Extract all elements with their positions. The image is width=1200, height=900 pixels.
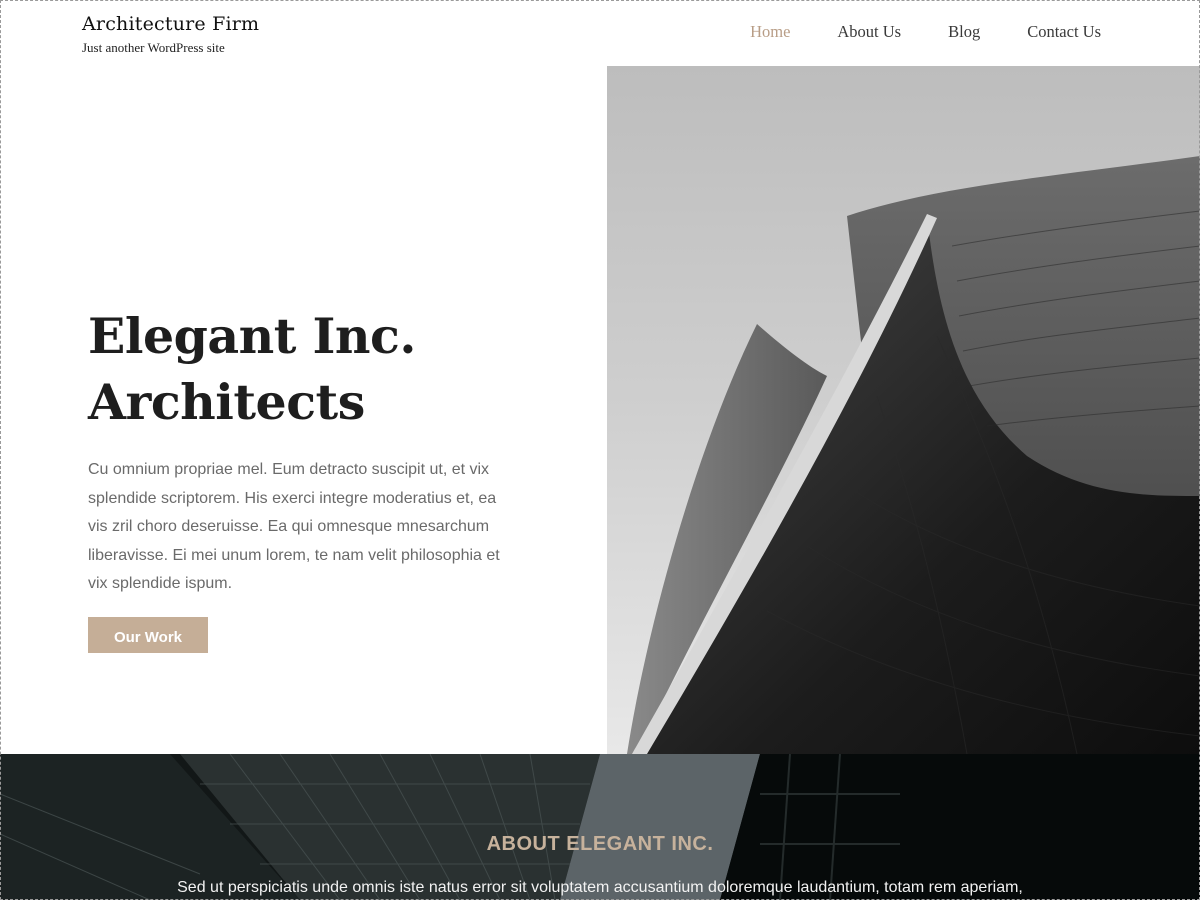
site-header: Architecture Firm Just another WordPress… (0, 0, 1200, 66)
building-illustration (607, 66, 1200, 754)
hero-building-image (607, 66, 1200, 754)
site-title-link[interactable]: Architecture Firm (82, 13, 259, 35)
nav-item-home[interactable]: Home (750, 22, 790, 42)
site-tagline: Just another WordPress site (82, 40, 225, 55)
main-nav: Home About Us Blog Contact Us (750, 22, 1101, 42)
nav-item-about-us[interactable]: About Us (837, 22, 901, 42)
hero-title-line-1: Elegant Inc. (88, 307, 416, 365)
about-section: ABOUT ELEGANT INC. Sed ut perspiciatis u… (0, 754, 1200, 900)
our-work-button[interactable]: Our Work (88, 617, 208, 653)
about-description: Sed ut perspiciatis unde omnis iste natu… (177, 879, 1023, 896)
hero-section: Elegant Inc. Architects Cu omnium propri… (0, 66, 607, 754)
hero-title: Elegant Inc. Architects (88, 303, 416, 435)
nav-item-blog[interactable]: Blog (948, 22, 980, 42)
hero-description: Cu omnium propriae mel. Eum detracto sus… (88, 461, 500, 593)
hero-title-line-2: Architects (88, 373, 365, 431)
nav-item-contact-us[interactable]: Contact Us (1027, 22, 1101, 42)
about-heading: ABOUT ELEGANT INC. (486, 833, 714, 855)
